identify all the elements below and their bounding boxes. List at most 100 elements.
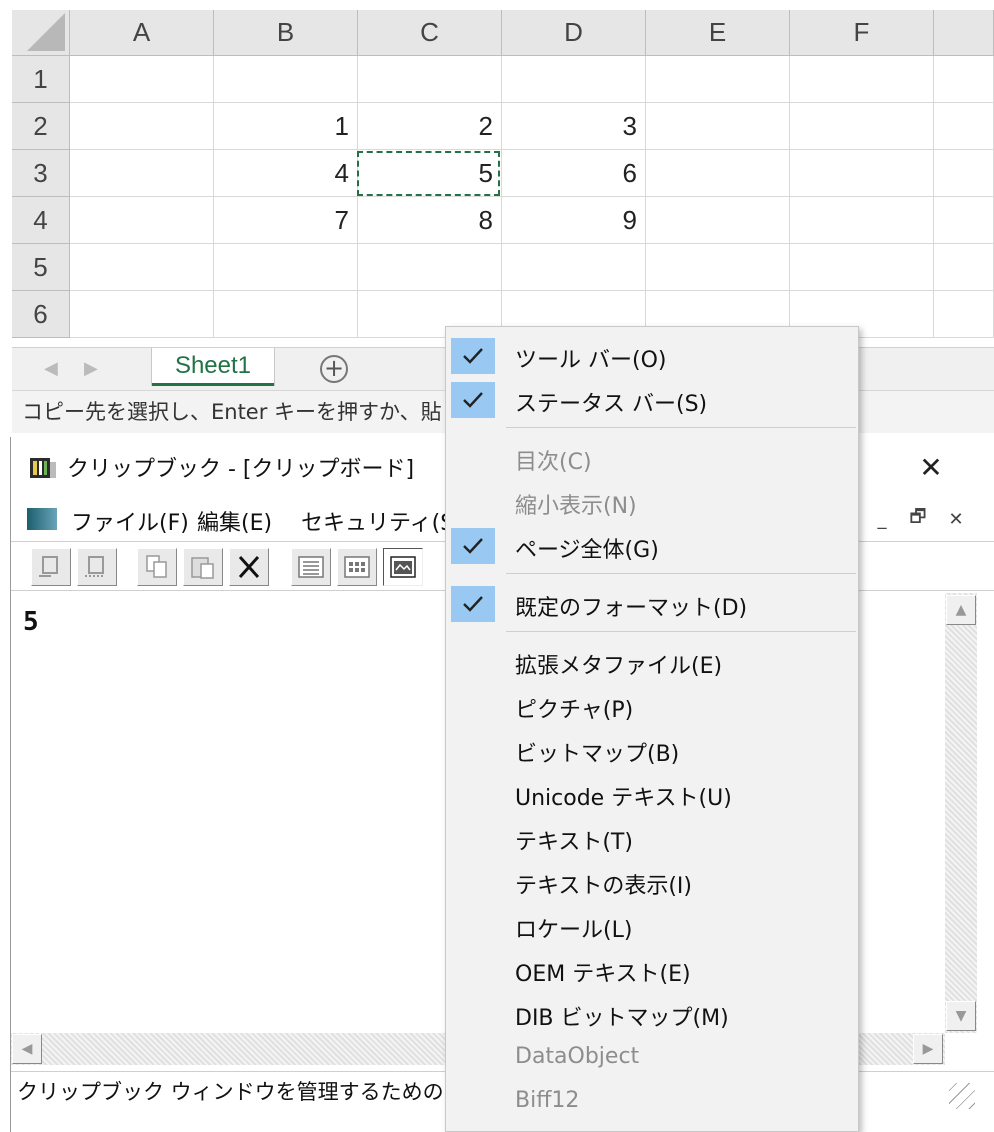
full-page-button[interactable] xyxy=(383,548,423,586)
menu-security[interactable]: セキュリティ(S) xyxy=(301,505,463,537)
cell[interactable] xyxy=(790,197,934,244)
window-edge xyxy=(0,0,12,435)
cell[interactable] xyxy=(790,103,934,150)
scroll-left-button[interactable]: ◀ xyxy=(12,1034,42,1064)
cell[interactable] xyxy=(70,197,214,244)
cell-d3[interactable]: 6 xyxy=(502,150,646,197)
spreadsheet-grid[interactable]: A B C D E F 1 2 3 4 5 6 123456789 xyxy=(12,10,994,347)
menu-item-label: DataObject xyxy=(515,1044,640,1069)
sheet-tab-sheet1[interactable]: Sheet1 xyxy=(152,348,274,386)
scroll-left-icon[interactable]: ◀ xyxy=(44,358,58,379)
cell[interactable] xyxy=(934,103,994,150)
cell-d4[interactable]: 9 xyxy=(502,197,646,244)
paste-button[interactable] xyxy=(183,548,223,586)
select-all-corner[interactable] xyxy=(12,10,70,56)
menu-item-13[interactable]: OEM テキスト(E) xyxy=(446,947,858,991)
menu-item-8[interactable]: ビットマップ(B) xyxy=(446,727,858,771)
cell[interactable] xyxy=(214,56,358,103)
cell[interactable] xyxy=(790,244,934,291)
row-header-4[interactable]: 4 xyxy=(12,197,70,244)
menu-item-10[interactable]: テキスト(T) xyxy=(446,815,858,859)
connect-button[interactable] xyxy=(31,548,71,586)
cell[interactable] xyxy=(646,197,790,244)
menu-item-7[interactable]: ピクチャ(P) xyxy=(446,683,858,727)
cell[interactable] xyxy=(646,56,790,103)
menu-item-15: DataObject xyxy=(446,1035,858,1079)
cell[interactable] xyxy=(214,244,358,291)
cell[interactable] xyxy=(502,244,646,291)
cell[interactable] xyxy=(214,291,358,338)
select-all-triangle-icon xyxy=(27,13,65,51)
scroll-up-button[interactable]: ▲ xyxy=(946,595,976,625)
delete-button[interactable] xyxy=(229,548,269,586)
scroll-right-button[interactable]: ▶ xyxy=(913,1034,943,1064)
mdi-restore-button[interactable]: 🗗 xyxy=(903,505,933,533)
menu-item-0[interactable]: ツール バー(O) xyxy=(446,333,858,377)
menu-item-5[interactable]: 既定のフォーマット(D) xyxy=(446,581,858,625)
column-header-f[interactable]: F xyxy=(790,10,934,56)
resize-grip-icon[interactable] xyxy=(949,1083,975,1109)
cell-b3[interactable]: 4 xyxy=(214,150,358,197)
cell[interactable] xyxy=(934,291,994,338)
cell[interactable] xyxy=(358,244,502,291)
row-header-6[interactable]: 6 xyxy=(12,291,70,338)
menu-item-16: Biff12 xyxy=(446,1079,858,1123)
vertical-scrollbar[interactable]: ▲ ▼ xyxy=(945,593,977,1033)
cell-b4[interactable]: 7 xyxy=(214,197,358,244)
add-sheet-button[interactable]: + xyxy=(320,355,348,383)
mdi-close-button[interactable]: ✕ xyxy=(941,505,971,533)
row-header-1[interactable]: 1 xyxy=(12,56,70,103)
column-header-g[interactable] xyxy=(934,10,994,56)
menu-item-12[interactable]: ロケール(L) xyxy=(446,903,858,947)
cell[interactable] xyxy=(70,103,214,150)
cell[interactable] xyxy=(70,150,214,197)
column-header-d[interactable]: D xyxy=(502,10,646,56)
menu-item-label: ステータス バー(S) xyxy=(515,392,708,417)
row-header-3[interactable]: 3 xyxy=(12,150,70,197)
mdi-minimize-button[interactable]: _ xyxy=(867,505,897,533)
cell[interactable] xyxy=(502,56,646,103)
cell-b2[interactable]: 1 xyxy=(214,103,358,150)
thumbnails-button[interactable] xyxy=(337,548,377,586)
cell[interactable] xyxy=(646,150,790,197)
cell-c4[interactable]: 8 xyxy=(358,197,502,244)
cell-c2[interactable]: 2 xyxy=(358,103,502,150)
column-header-e[interactable]: E xyxy=(646,10,790,56)
cell[interactable] xyxy=(934,56,994,103)
row-header-2[interactable]: 2 xyxy=(12,103,70,150)
menu-item-11[interactable]: テキストの表示(I) xyxy=(446,859,858,903)
cell[interactable] xyxy=(934,244,994,291)
mdi-document-icon[interactable] xyxy=(27,508,57,530)
table-of-contents-button[interactable] xyxy=(291,548,331,586)
menu-item-4[interactable]: ページ全体(G) xyxy=(446,523,858,567)
cell[interactable] xyxy=(934,150,994,197)
column-header-a[interactable]: A xyxy=(70,10,214,56)
close-button[interactable]: ✕ xyxy=(906,447,956,487)
cell[interactable] xyxy=(646,103,790,150)
copy-button[interactable] xyxy=(137,548,177,586)
menu-item-6[interactable]: 拡張メタファイル(E) xyxy=(446,639,858,683)
disconnect-icon xyxy=(85,556,104,577)
cell-d2[interactable]: 3 xyxy=(502,103,646,150)
menu-file[interactable]: ファイル(F) xyxy=(71,505,189,537)
scroll-down-button[interactable]: ▼ xyxy=(946,1001,976,1031)
cell[interactable] xyxy=(934,197,994,244)
menu-item-3: 縮小表示(N) xyxy=(446,479,858,523)
cell[interactable] xyxy=(790,150,934,197)
menu-item-1[interactable]: ステータス バー(S) xyxy=(446,377,858,421)
cell[interactable] xyxy=(70,56,214,103)
menu-item-14[interactable]: DIB ビットマップ(M) xyxy=(446,991,858,1035)
menu-item-9[interactable]: Unicode テキスト(U) xyxy=(446,771,858,815)
row-header-5[interactable]: 5 xyxy=(12,244,70,291)
cell[interactable] xyxy=(70,291,214,338)
disconnect-button[interactable] xyxy=(77,548,117,586)
column-header-c[interactable]: C xyxy=(358,10,502,56)
cell[interactable] xyxy=(790,56,934,103)
menu-edit[interactable]: 編集(E) xyxy=(197,505,272,537)
column-header-b[interactable]: B xyxy=(214,10,358,56)
cell[interactable] xyxy=(646,244,790,291)
cell[interactable] xyxy=(70,244,214,291)
checkmark-icon xyxy=(451,586,495,622)
scroll-right-icon[interactable]: ▶ xyxy=(84,358,98,379)
cell[interactable] xyxy=(358,56,502,103)
